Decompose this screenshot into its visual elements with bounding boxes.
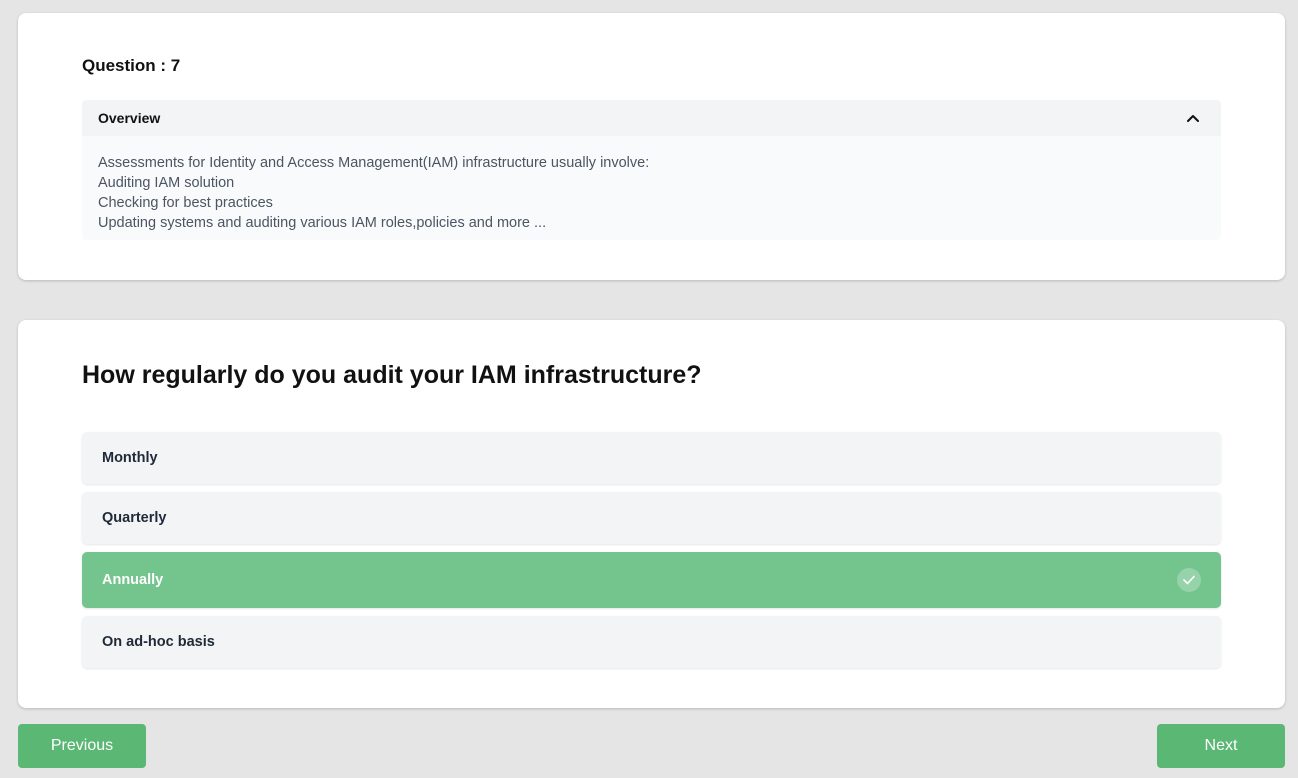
check-icon	[1177, 568, 1201, 592]
previous-button[interactable]: Previous	[18, 724, 146, 768]
overview-line: Auditing IAM solution	[98, 175, 235, 191]
answer-option-ad-hoc[interactable]: On ad-hoc basis	[82, 616, 1221, 668]
overview-accordion-body: Assessments for Identity and Access Mana…	[82, 136, 1221, 233]
overview-accordion-title: Overview	[98, 110, 161, 126]
overview-accordion: Overview Assessments for Identity and Ac…	[82, 100, 1221, 240]
answer-option-label: Annually	[102, 572, 164, 588]
answer-option-label: Monthly	[102, 450, 158, 466]
answer-option-label: Quarterly	[102, 510, 167, 526]
overview-accordion-header[interactable]: Overview	[82, 100, 1221, 136]
answer-option-monthly[interactable]: Monthly	[82, 432, 1221, 484]
question-card: How regularly do you audit your IAM infr…	[18, 320, 1285, 708]
question-number-heading: Question : 7	[82, 56, 181, 75]
chevron-up-icon[interactable]	[1187, 114, 1199, 122]
overview-line: Assessments for Identity and Access Mana…	[98, 155, 650, 171]
answer-option-annually[interactable]: Annually	[82, 552, 1221, 608]
answer-option-label: On ad-hoc basis	[102, 634, 215, 650]
answer-option-quarterly[interactable]: Quarterly	[82, 492, 1221, 544]
next-button[interactable]: Next	[1157, 724, 1285, 768]
overview-card: Question : 7 Overview Assessments for Id…	[18, 13, 1285, 280]
overview-line: Updating systems and auditing various IA…	[98, 215, 547, 231]
overview-line: Checking for best practices	[98, 195, 273, 211]
question-title: How regularly do you audit your IAM infr…	[82, 361, 702, 389]
